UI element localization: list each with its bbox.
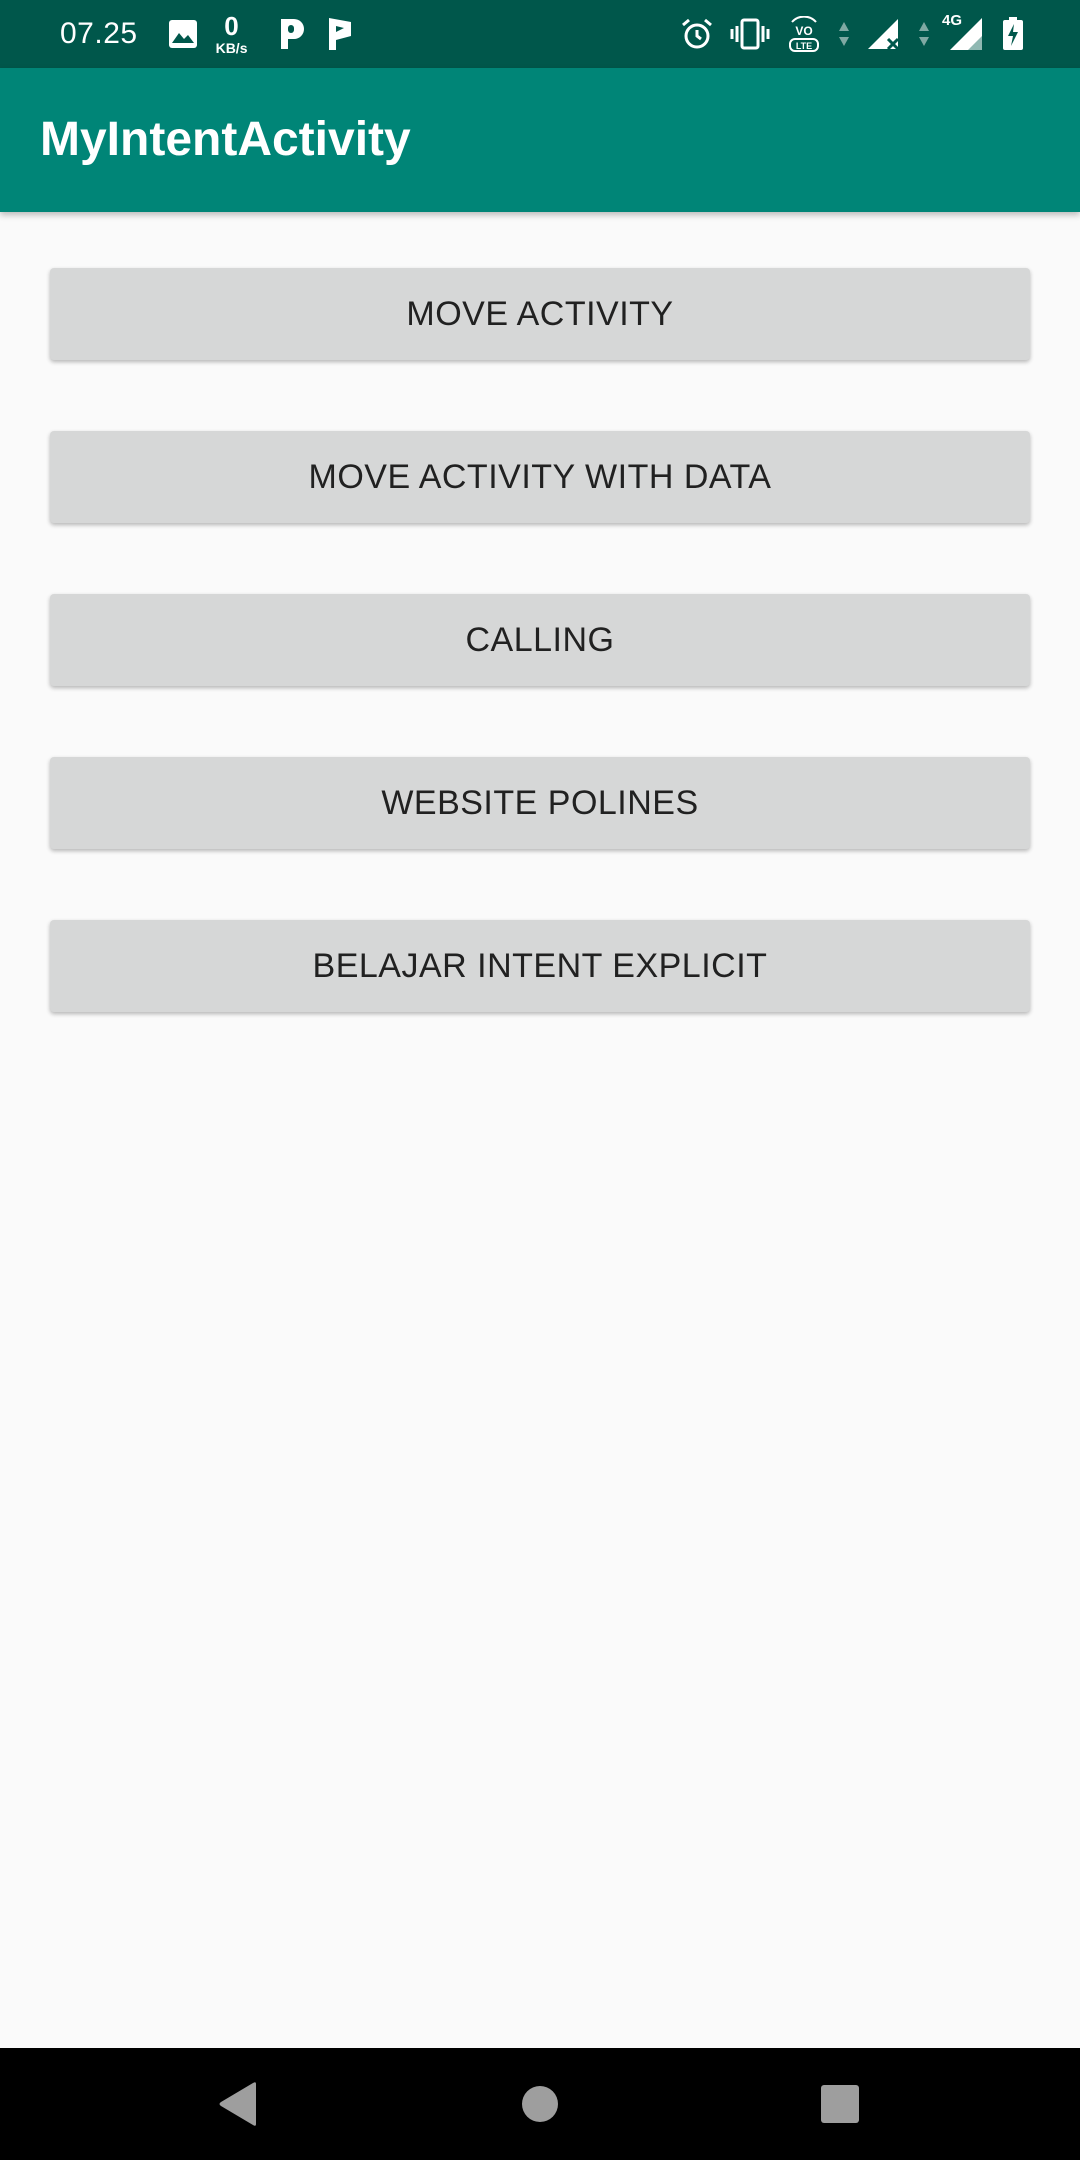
net-speed-unit: KB/s bbox=[215, 40, 248, 56]
parking-flag-icon bbox=[325, 16, 355, 52]
status-bar: 07.25 0 KB/s VO LTE 4G bbox=[0, 0, 1080, 68]
back-icon bbox=[219, 2082, 256, 2126]
status-left: 07.25 0 KB/s bbox=[60, 0, 373, 68]
parking-icon bbox=[277, 17, 307, 51]
volte-icon: VO LTE bbox=[786, 16, 822, 52]
volte-top-text: VO bbox=[795, 24, 812, 38]
image-icon bbox=[168, 19, 198, 49]
network-type: 4G bbox=[942, 12, 963, 29]
signal-icon bbox=[866, 17, 902, 51]
signal-4g-icon: 4G bbox=[942, 12, 986, 52]
move-activity-button[interactable]: MOVE ACTIVITY bbox=[50, 268, 1030, 360]
app-bar: MyIntentActivity bbox=[0, 68, 1080, 212]
volte-bottom-text: LTE bbox=[796, 41, 812, 51]
data-arrows-icon-2 bbox=[918, 19, 930, 49]
belajar-intent-explicit-button[interactable]: BELAJAR INTENT EXPLICIT bbox=[50, 920, 1030, 1012]
status-right: VO LTE 4G bbox=[664, 0, 1024, 68]
back-button[interactable] bbox=[178, 2048, 298, 2160]
home-icon bbox=[522, 2086, 558, 2122]
net-speed-value: 0 bbox=[224, 11, 239, 41]
status-time: 07.25 bbox=[60, 17, 138, 50]
data-arrows-icon bbox=[838, 19, 850, 49]
home-button[interactable] bbox=[480, 2048, 600, 2160]
alarm-icon bbox=[680, 17, 714, 51]
move-activity-with-data-button[interactable]: MOVE ACTIVITY WITH DATA bbox=[50, 431, 1030, 523]
battery-charging-icon bbox=[1002, 17, 1024, 51]
calling-button[interactable]: CALLING bbox=[50, 594, 1030, 686]
page-title: MyIntentActivity bbox=[40, 113, 411, 166]
net-speed: 0 KB/s bbox=[216, 13, 248, 55]
recents-button[interactable] bbox=[780, 2048, 900, 2160]
website-polines-button[interactable]: WEBSITE POLINES bbox=[50, 757, 1030, 849]
navigation-bar bbox=[0, 2048, 1080, 2160]
vibrate-icon bbox=[730, 17, 770, 51]
recents-icon bbox=[821, 2085, 859, 2123]
